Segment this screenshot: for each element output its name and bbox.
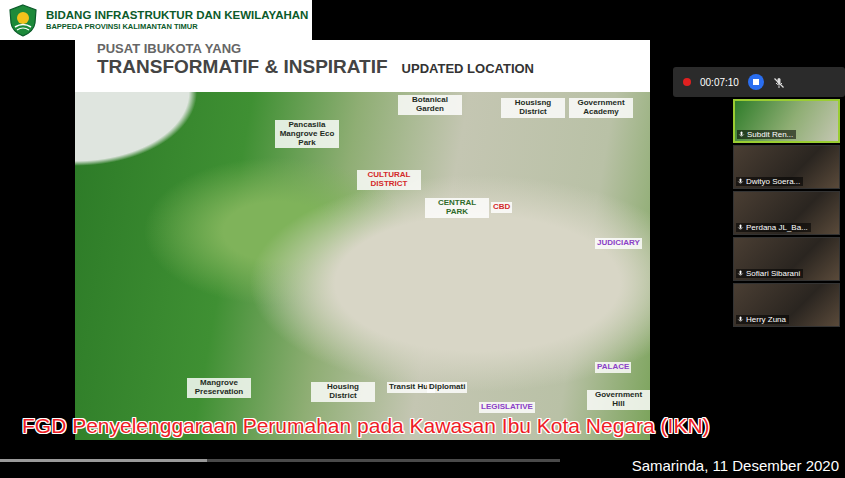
conference-window: BIDANG INFRASTRUKTUR DAN KEWILAYAHANBAPP… xyxy=(0,0,845,478)
masterplan-map: Botanical GardenHousisng DistrictGovernm… xyxy=(75,92,650,440)
map-label: Diplomati xyxy=(427,382,467,393)
slide-title-line1: PUSAT IBUKOTA YANG xyxy=(97,42,640,56)
stop-icon xyxy=(753,79,759,85)
participant-name: Herry Zuna xyxy=(746,315,786,324)
map-label: Housisng District xyxy=(501,98,565,118)
participant-tile[interactable]: Herry Zuna xyxy=(733,283,840,327)
banner-text: BIDANG INFRASTRUKTUR DAN KEWILAYAHANBAPP… xyxy=(46,9,308,31)
map-label: Pancasila Mangrove Eco Park xyxy=(275,120,339,148)
participant-name: Subdit Ren... xyxy=(747,130,793,139)
main-row: PUSAT IBUKOTA YANGTRANSFORMATIF & INSPIR… xyxy=(0,0,845,440)
microphone-icon xyxy=(737,315,744,324)
map-label: CULTURAL DISTRICT xyxy=(357,170,421,190)
map-label: CBD xyxy=(491,202,512,213)
participant-tile[interactable]: Dwityo Soera... xyxy=(733,145,840,189)
map-label: LEGISLATIVE xyxy=(479,402,535,413)
participant-name: Sofiari Sibarani xyxy=(746,269,800,278)
shared-slide: PUSAT IBUKOTA YANGTRANSFORMATIF & INSPIR… xyxy=(75,40,650,440)
map-label: Botanical Garden xyxy=(398,95,462,115)
participant-tile[interactable]: Perdana JL_Ba... xyxy=(733,191,840,235)
microphone-icon xyxy=(737,269,744,278)
stop-button[interactable] xyxy=(748,74,764,90)
slide-header: PUSAT IBUKOTA YANGTRANSFORMATIF & INSPIR… xyxy=(75,40,650,92)
participant-label: Herry Zuna xyxy=(736,315,789,324)
slide-title-row: TRANSFORMATIF & INSPIRATIF UPDATED LOCATI… xyxy=(97,56,640,79)
date-location: Samarinda, 11 Desember 2020 xyxy=(632,457,839,474)
province-logo-icon xyxy=(6,3,40,37)
slide-tag: UPDATED LOCATION xyxy=(402,59,534,79)
map-label: Mangrove Preservation xyxy=(187,378,251,398)
participant-tile[interactable]: Subdit Ren... xyxy=(733,99,840,143)
microphone-icon xyxy=(737,177,744,186)
map-label: JUDICIARY xyxy=(595,238,642,249)
participant-list: Subdit Ren... Dwityo Soera... Perdana JL_B… xyxy=(673,99,845,327)
slide-title-line2: TRANSFORMATIF & INSPIRATIF xyxy=(97,56,388,79)
caption-text: FGD Penyelenggaraan Perumahan pada Kawas… xyxy=(22,414,710,438)
map-label: Government Hill xyxy=(587,390,650,410)
participant-name: Dwityo Soera... xyxy=(746,177,800,186)
map-label: Housing District xyxy=(311,382,375,402)
playback-track[interactable] xyxy=(0,459,560,462)
side-panel: 00:07:10 Subdit Ren... Dwityo Soera... Perd… xyxy=(673,67,845,440)
participant-label: Perdana JL_Ba... xyxy=(736,223,811,232)
recording-time: 00:07:10 xyxy=(700,75,739,90)
map-label: CENTRAL PARK xyxy=(425,198,489,218)
recording-dot-icon xyxy=(683,78,691,86)
recording-bar: 00:07:10 xyxy=(673,67,845,97)
mic-muted-icon[interactable] xyxy=(773,70,785,94)
playback-fill xyxy=(0,459,207,462)
microphone-icon xyxy=(738,130,745,139)
participant-label: Dwityo Soera... xyxy=(736,177,803,186)
microphone-icon xyxy=(737,223,744,232)
participant-label: Sofiari Sibarani xyxy=(736,269,803,278)
header-banner: BIDANG INFRASTRUKTUR DAN KEWILAYAHANBAPP… xyxy=(0,0,312,40)
participant-tile[interactable]: Sofiari Sibarani xyxy=(733,237,840,281)
banner-title: BIDANG INFRASTRUKTUR DAN KEWILAYAHAN xyxy=(46,9,308,22)
map-label: Government Academy xyxy=(569,98,633,118)
participant-label: Subdit Ren... xyxy=(737,130,796,139)
banner-subtitle: BAPPEDA PROVINSI KALIMANTAN TIMUR xyxy=(46,22,308,31)
map-label: PALACE xyxy=(595,362,631,373)
participant-name: Perdana JL_Ba... xyxy=(746,223,808,232)
